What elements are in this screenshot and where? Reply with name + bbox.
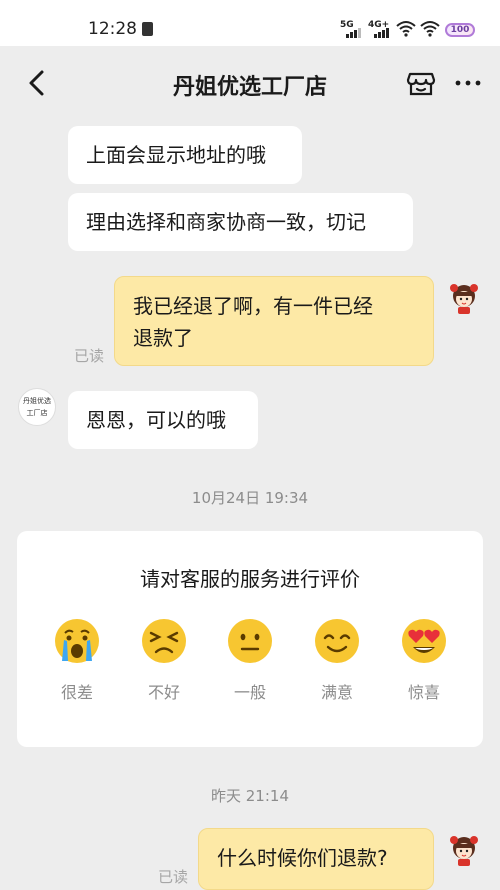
rating-option-satisfied[interactable]: 满意 <box>304 617 370 703</box>
status-time: 12:28 <box>88 19 137 39</box>
wifi-icon <box>420 21 440 37</box>
more-horizontal-icon[interactable] <box>454 68 482 98</box>
chat-header: 丹姐优选工厂店 <box>0 46 500 120</box>
user-avatar[interactable] <box>446 832 482 868</box>
rating-option-bad[interactable]: 不好 <box>131 617 197 703</box>
rating-label: 很差 <box>60 683 93 702</box>
status-bar: 12:28 5G 4G+ 100 <box>0 0 500 46</box>
timestamp: 10月24日 19:34 <box>191 489 309 507</box>
signal-5g-icon: 5G <box>340 20 362 38</box>
message-bubble-shop[interactable]: 理由选择和商家协商一致，切记 <box>68 193 413 251</box>
timestamp: 昨天 21:14 <box>211 787 289 805</box>
user-avatar[interactable] <box>446 280 482 316</box>
message-line: 我已经退了啊，有一件已经 <box>133 294 373 318</box>
shop-avatar-line: 丹姐优选 <box>23 397 51 405</box>
wifi-icon <box>396 21 416 37</box>
service-rating-card: 请对客服的服务进行评价 很差 不好 一般 满意 惊喜 <box>17 531 483 747</box>
read-status: 已读 <box>158 868 189 886</box>
rating-option-very-bad[interactable]: 很差 <box>44 617 110 703</box>
store-icon[interactable] <box>406 68 436 98</box>
network-5g-label: 5G <box>340 20 354 30</box>
message-bubble-mine[interactable]: 什么时候你们退款? <box>198 828 434 890</box>
neutral-face-icon <box>228 619 272 663</box>
shop-avatar-line: 工厂店 <box>26 409 48 417</box>
battery-indicator: 100 <box>445 23 475 37</box>
message-line: 退款了 <box>133 326 193 350</box>
annoyed-face-icon <box>142 619 186 663</box>
message-bubble-mine[interactable]: 我已经退了啊，有一件已经 退款了 <box>114 276 434 366</box>
message-bubble-shop[interactable]: 上面会显示地址的哦 <box>68 126 302 184</box>
rating-title: 请对客服的服务进行评价 <box>140 567 360 591</box>
message-bubble-shop[interactable]: 恩恩，可以的哦 <box>68 391 258 449</box>
heart-eyes-face-icon <box>402 619 446 663</box>
sim-card-icon <box>142 22 153 36</box>
rating-option-average[interactable]: 一般 <box>217 617 283 703</box>
rating-label: 惊喜 <box>407 683 440 702</box>
rating-option-surprised[interactable]: 惊喜 <box>391 617 457 703</box>
rating-label: 一般 <box>233 683 266 702</box>
rating-label: 满意 <box>320 683 353 702</box>
signal-4g-icon: 4G+ <box>368 20 392 38</box>
read-status: 已读 <box>74 347 105 365</box>
crying-face-icon <box>55 619 99 663</box>
smiling-face-icon <box>315 619 359 663</box>
shop-avatar[interactable]: 丹姐优选 工厂店 <box>18 388 56 426</box>
rating-label: 不好 <box>147 683 180 702</box>
